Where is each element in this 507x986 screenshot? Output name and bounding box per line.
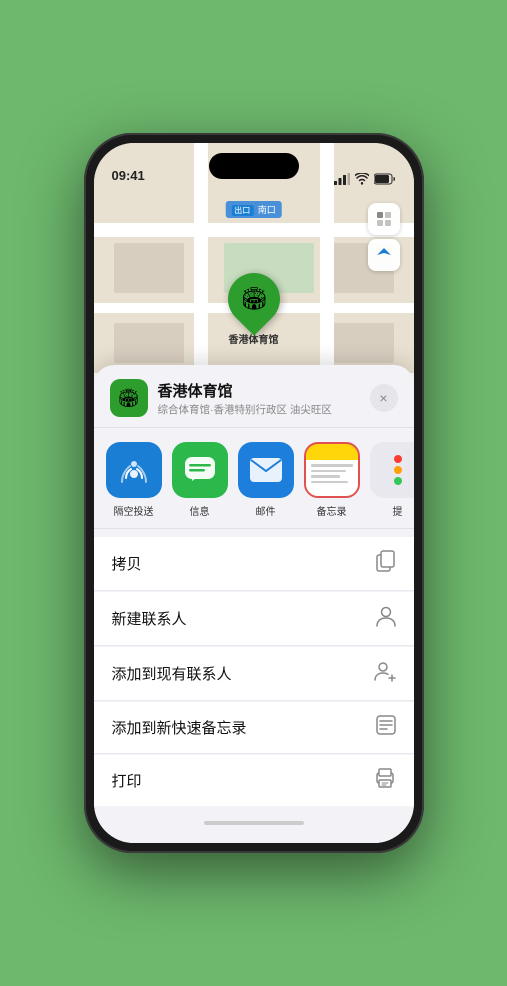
print-icon [374,768,396,793]
mail-app[interactable]: 邮件 [238,442,294,518]
close-icon: × [379,390,387,406]
messages-app[interactable]: 信息 [172,442,228,518]
person-icon [376,605,396,632]
status-time: 09:41 [112,168,145,185]
map-controls [368,203,400,275]
action-list: 拷贝 新建联系人 [94,537,414,811]
home-bar [204,821,304,825]
action-quick-note-label: 添加到新快速备忘录 [112,717,247,738]
action-new-contact[interactable]: 新建联系人 [94,592,414,646]
action-new-contact-label: 新建联系人 [112,608,187,629]
map-type-icon [376,211,392,227]
notes-label: 备忘录 [317,503,347,518]
action-copy-label: 拷贝 [112,553,142,574]
battery-icon [374,173,396,185]
messages-icon [172,442,228,498]
copy-icon [376,550,396,577]
notes-app[interactable]: 备忘录 [304,442,360,518]
phone-screen: 09:41 [94,143,414,843]
action-add-existing[interactable]: 添加到现有联系人 [94,647,414,701]
phone-frame: 09:41 [84,133,424,853]
venue-subtitle: 综合体育馆·香港特别行政区 油尖旺区 [158,402,360,417]
notes-icon [304,442,360,498]
dot-red [394,455,402,463]
share-apps-row: 隔空投送 信息 [94,428,414,529]
messages-svg [184,456,216,484]
venue-icon: 🏟 [110,379,148,417]
airdrop-icon [106,442,162,498]
pin-emoji: 🏟 [240,286,268,312]
location-header: 🏟 香港体育馆 综合体育馆·香港特别行政区 油尖旺区 × [94,365,414,428]
map-type-button[interactable] [368,203,400,235]
close-button[interactable]: × [370,384,398,412]
location-button[interactable] [368,239,400,271]
wifi-icon [355,173,369,185]
more-app[interactable]: 提 [370,442,414,518]
home-indicator [94,811,414,835]
messages-label: 信息 [190,503,210,518]
dot-yellow [394,466,402,474]
airdrop-app[interactable]: 隔空投送 [106,442,162,518]
mail-label: 邮件 [256,503,276,518]
note-icon [376,715,396,740]
airdrop-label: 隔空投送 [114,503,154,518]
dynamic-island [209,153,299,179]
person-add-icon [374,660,396,687]
location-arrow-icon [376,247,392,263]
more-icon [370,442,414,498]
action-add-existing-label: 添加到现有联系人 [112,663,232,684]
action-copy[interactable]: 拷贝 [94,537,414,591]
action-print-label: 打印 [112,770,142,791]
status-icons [334,173,396,185]
location-pin: 🏟 香港体育馆 [228,273,280,346]
mail-icon [238,442,294,498]
signal-icon [334,173,350,185]
mail-svg [249,457,283,483]
action-quick-note[interactable]: 添加到新快速备忘录 [94,702,414,754]
map-exit-label: 出口 南口 [225,201,282,218]
action-print[interactable]: 打印 [94,755,414,806]
more-label: 提 [393,503,403,518]
more-dots [394,455,402,485]
dot-green [394,477,402,485]
venue-name: 香港体育馆 [158,380,360,401]
bottom-sheet: 🏟 香港体育馆 综合体育馆·香港特别行政区 油尖旺区 × [94,365,414,843]
pin-circle: 🏟 [217,262,291,336]
airdrop-svg [118,454,150,486]
venue-info: 香港体育馆 综合体育馆·香港特别行政区 油尖旺区 [158,380,360,417]
